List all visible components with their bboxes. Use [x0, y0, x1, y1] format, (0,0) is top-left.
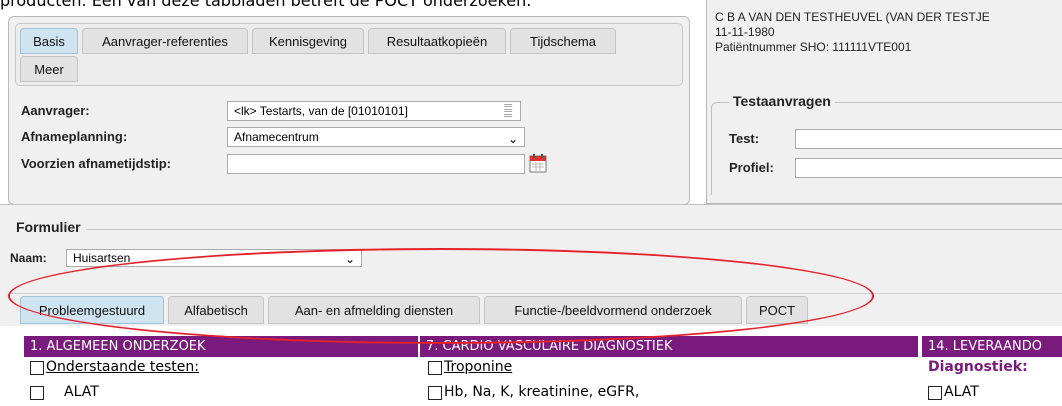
testaanvragen-legend: Testaanvragen	[729, 93, 835, 109]
tab-aan-en-afmelding-diensten[interactable]: Aan- en afmelding diensten	[268, 296, 480, 324]
tab-poct[interactable]: POCT	[746, 296, 808, 324]
tab-basis[interactable]: Basis	[20, 28, 78, 54]
column-header-algemeen: 1. ALGEMEEN ONDERZOEK	[24, 336, 418, 357]
tab-aanvrager-referenties[interactable]: Aanvrager-referenties	[82, 28, 248, 54]
checkbox-alat[interactable]	[30, 386, 44, 400]
item-onderstaande-testen: Onderstaande testen:	[46, 359, 200, 375]
basis-panel: Basis Aanvrager-referenties Kennisgeving…	[8, 16, 690, 205]
grip-icon: ═ ═ ═	[504, 101, 512, 121]
tab-probleemgestuurd[interactable]: Probleemgestuurd	[20, 296, 164, 324]
column-header-cardio: 7. CARDIO VASCULAIRE DIAGNOSTIEK	[420, 336, 918, 357]
tab-resultaatkopieen[interactable]: Resultaatkopieën	[368, 28, 506, 54]
checkbox-alat-2[interactable]	[928, 386, 942, 400]
patient-number: Patiëntnummer SHO: 111111VTE001	[715, 40, 912, 54]
formulier-divider	[86, 229, 1062, 230]
checkbox-troponine[interactable]	[428, 361, 442, 375]
naam-value: Huisartsen	[73, 251, 131, 265]
patient-info: C B A VAN DEN TESTHEUVEL (VAN DER TESTJE…	[715, 10, 990, 55]
chevron-down-icon: ⌄	[507, 132, 518, 146]
tab-tijdschema[interactable]: Tijdschema	[510, 28, 616, 54]
checkbox-onderstaande[interactable]	[30, 361, 44, 375]
item-alat: ALAT	[64, 384, 99, 400]
naam-select[interactable]: Huisartsen ⌄	[66, 249, 362, 267]
formulier-section: Formulier Naam: Huisartsen ⌄ Probleemges…	[0, 204, 1062, 327]
naam-label: Naam:	[10, 251, 47, 265]
formulier-legend: Formulier	[12, 219, 85, 235]
checkbox-hb-na-k[interactable]	[428, 386, 442, 400]
tab-alfabetisch[interactable]: Alfabetisch	[168, 296, 264, 324]
afnameplanning-label: Afnameplanning:	[21, 129, 128, 144]
afnameplanning-value: Afnamecentrum	[234, 130, 319, 144]
afnametijdstip-input[interactable]	[227, 154, 525, 174]
item-hb-na-k: Hb, Na, K, kreatinine, eGFR,	[444, 384, 640, 400]
patient-panel: C B A VAN DEN TESTHEUVEL (VAN DER TESTJE…	[706, 0, 1062, 204]
item-alat-2: ALAT	[944, 384, 979, 400]
afnametijdstip-label: Voorzien afnametijdstip:	[21, 156, 171, 171]
item-diagnostiek: Diagnostiek:	[928, 359, 1028, 375]
profiel-label: Profiel:	[729, 160, 774, 175]
aanvrager-value: <lk> Testarts, van de [01010101]	[234, 104, 408, 118]
patient-dob: 11-11-1980	[715, 25, 775, 39]
document-caption: producten. Een van deze tabbladen betref…	[0, 0, 532, 10]
form-tab-bar: Probleemgestuurd Alfabetisch Aan- en afm…	[12, 293, 1062, 328]
aanvrager-field[interactable]: <lk> Testarts, van de [01010101] ═ ═ ═	[227, 101, 521, 121]
item-troponine: Troponine	[444, 359, 513, 375]
tab-kennisgeving[interactable]: Kennisgeving	[252, 28, 364, 54]
aanvrager-label: Aanvrager:	[21, 103, 90, 118]
tab-meer[interactable]: Meer	[20, 56, 78, 82]
column-header-leveraandoeningen: 14. LEVERAANDO	[922, 336, 1062, 357]
chevron-down-icon: ⌄	[344, 252, 355, 266]
profiel-input[interactable]	[795, 158, 1062, 178]
patient-name: C B A VAN DEN TESTHEUVEL (VAN DER TESTJE	[715, 10, 990, 24]
calendar-icon[interactable]	[529, 153, 547, 173]
test-label: Test:	[729, 131, 760, 146]
top-tab-bar: Basis Aanvrager-referenties Kennisgeving…	[15, 23, 683, 86]
test-input[interactable]	[795, 129, 1062, 149]
afnameplanning-select[interactable]: Afnamecentrum ⌄	[227, 127, 525, 147]
tab-functie-beeldvormend-onderzoek[interactable]: Functie-/beeldvormend onderzoek	[484, 296, 742, 324]
test-grid: 1. ALGEMEEN ONDERZOEK Onderstaande teste…	[0, 326, 1062, 406]
